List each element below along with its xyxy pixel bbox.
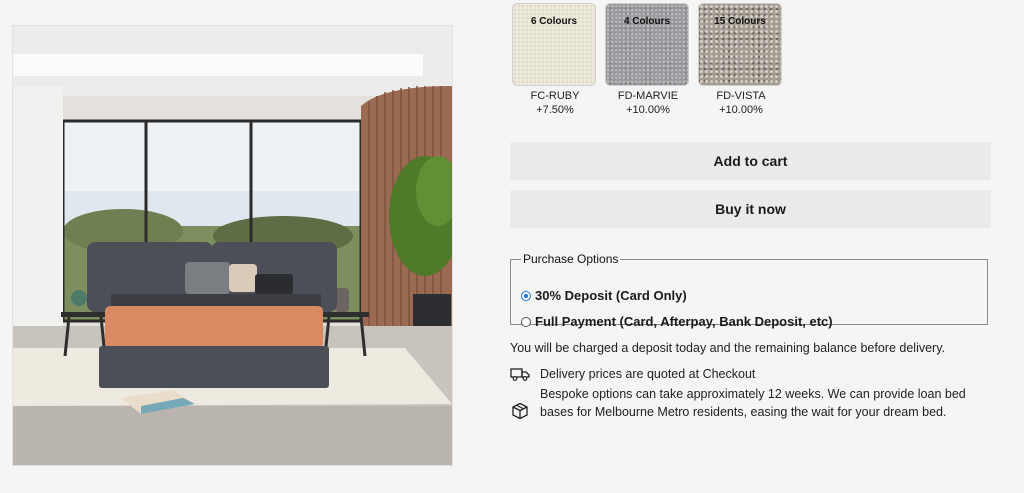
swatch-fc-ruby[interactable]: 6 Colours FC-RUBY +7.50% — [512, 3, 598, 117]
add-to-cart-button[interactable]: Add to cart — [510, 142, 991, 180]
option-deposit-label[interactable]: 30% Deposit (Card Only) — [535, 288, 687, 303]
swatch-colour-count: 6 Colours — [530, 16, 578, 27]
purchase-options-legend: Purchase Options — [523, 252, 619, 266]
deposit-note: You will be charged a deposit today and … — [510, 341, 946, 355]
swatch-colour-count: 15 Colours — [714, 16, 766, 27]
purchase-options-group: Purchase Options 30% Deposit (Card Only)… — [510, 252, 988, 329]
swatch-colour-count: 4 Colours — [623, 16, 671, 27]
swatch-name: FC-RUBY — [530, 90, 580, 102]
full-payment-radio[interactable] — [521, 316, 531, 327]
swatch-fd-vista[interactable]: 15 Colours FD-VISTA +10.00% — [698, 3, 784, 117]
bespoke-info: Bespoke options can take approximately 1… — [510, 385, 990, 421]
bed-room-illustration — [13, 26, 452, 465]
swatch-tile[interactable]: 4 Colours — [605, 3, 689, 86]
swatch-price: +10.00% — [719, 104, 763, 116]
swatch-name: FD-MARVIE — [617, 90, 679, 102]
box-icon — [510, 402, 530, 420]
swatch-fd-marvie[interactable]: 4 Colours FD-MARVIE +10.00% — [605, 3, 691, 117]
buy-it-now-button[interactable]: Buy it now — [510, 190, 991, 228]
fabric-swatch-list: 6 Colours FC-RUBY +7.50% 4 Colours FD-MA… — [512, 3, 784, 117]
option-deposit[interactable]: 30% Deposit (Card Only) — [521, 288, 687, 303]
truck-icon — [510, 365, 530, 383]
swatch-price: +10.00% — [626, 104, 670, 116]
delivery-info: Delivery prices are quoted at Checkout — [510, 365, 755, 383]
swatch-tile[interactable]: 15 Colours — [698, 3, 782, 86]
product-image[interactable] — [12, 25, 453, 466]
swatch-name: FD-VISTA — [716, 90, 766, 102]
swatch-price: +7.50% — [536, 104, 574, 116]
delivery-info-text: Delivery prices are quoted at Checkout — [540, 367, 756, 381]
option-full-payment[interactable]: Full Payment (Card, Afterpay, Bank Depos… — [521, 314, 833, 329]
bespoke-info-text: Bespoke options can take approximately 1… — [540, 387, 966, 419]
deposit-radio[interactable] — [521, 290, 531, 301]
swatch-tile[interactable]: 6 Colours — [512, 3, 596, 86]
option-full-payment-label[interactable]: Full Payment (Card, Afterpay, Bank Depos… — [535, 314, 833, 329]
